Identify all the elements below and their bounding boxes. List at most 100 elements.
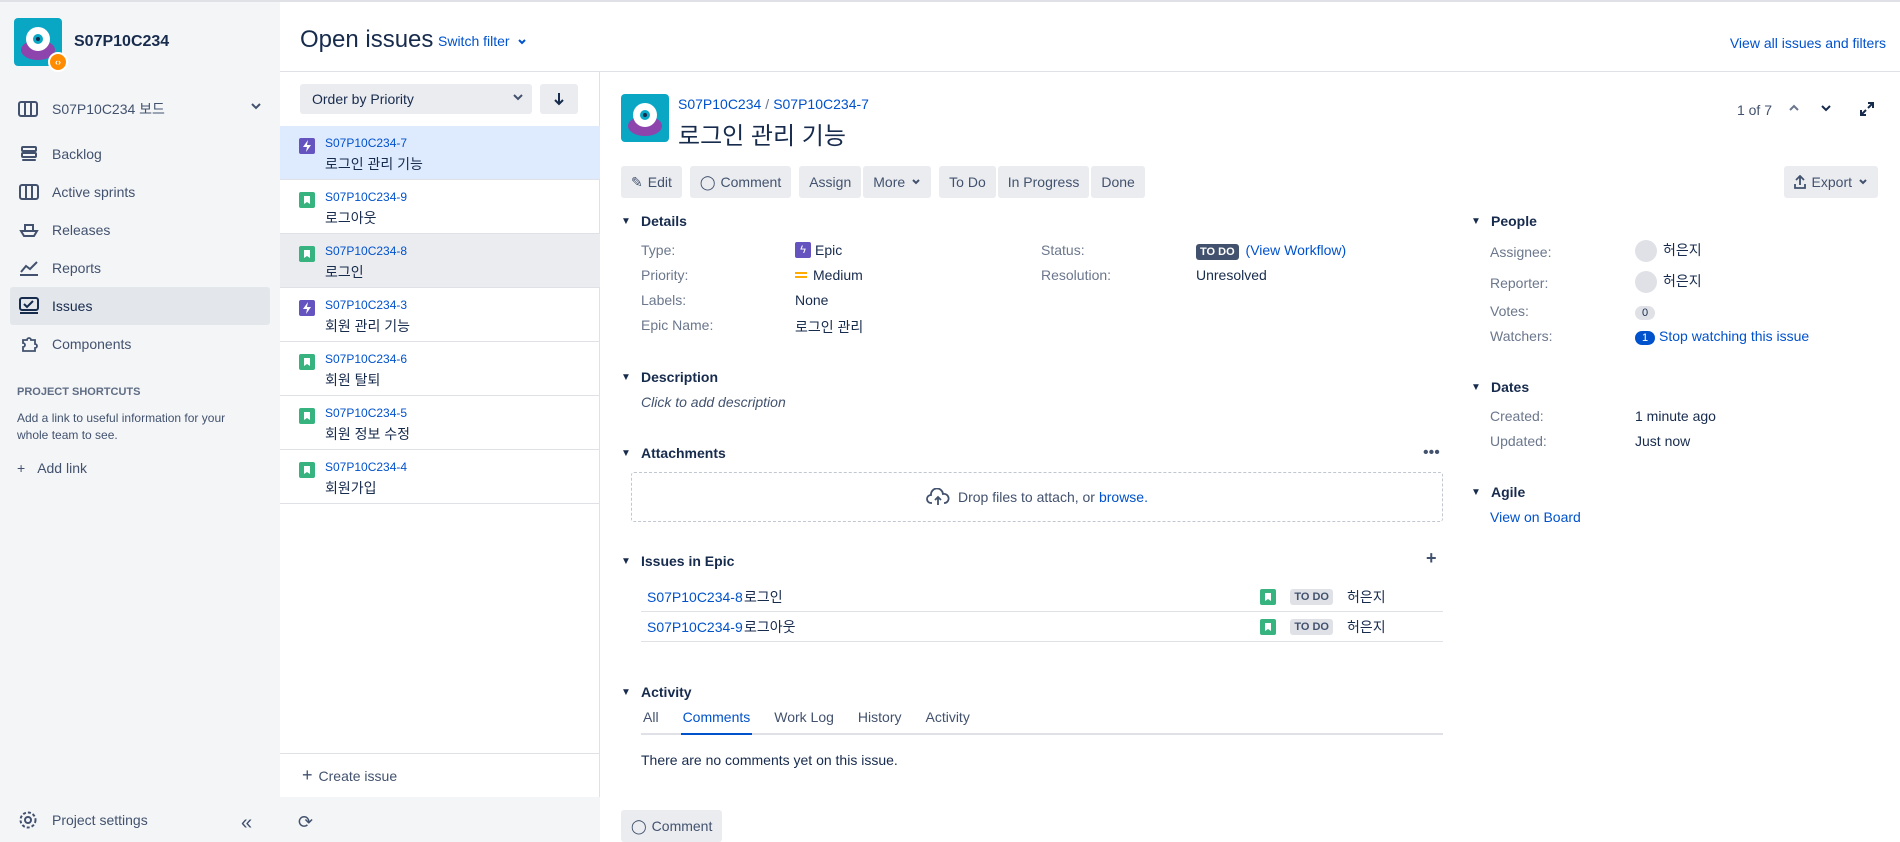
no-comments-message: There are no comments yet on this issue. [641, 752, 898, 768]
reporter-value[interactable]: 허은지 [1635, 271, 1702, 294]
view-workflow-link[interactable]: (View Workflow) [1246, 242, 1347, 258]
more-options-icon[interactable]: ••• [1423, 444, 1440, 462]
issue-title[interactable]: 로그인 관리 기능 [678, 116, 846, 151]
tab-history[interactable]: History [856, 709, 904, 735]
description-placeholder[interactable]: Click to add description [641, 394, 786, 410]
attachments-section-toggle[interactable]: ▼ Attachments [621, 445, 726, 461]
issues-in-epic-section-toggle[interactable]: ▼ Issues in Epic [621, 553, 734, 569]
sprint-board-icon [18, 181, 40, 203]
nav-issues[interactable]: Issues [10, 287, 270, 325]
stop-watching-link[interactable]: Stop watching this issue [1659, 328, 1809, 344]
assign-button[interactable]: Assign [799, 166, 862, 198]
issue-summary: 회원 탈퇴 [325, 372, 381, 388]
project-settings-label: Project settings [52, 812, 148, 828]
nav-reports[interactable]: Reports [10, 249, 270, 287]
chevron-down-icon: ▼ [621, 371, 631, 383]
child-issue-key[interactable]: S07P10C234-8 [641, 589, 744, 605]
tab-all[interactable]: All [641, 709, 661, 735]
description-section-toggle[interactable]: ▼ Description [621, 369, 718, 385]
assignee-value[interactable]: 허은지 [1635, 240, 1702, 263]
nav-label: Reports [52, 260, 102, 276]
agile-section-toggle[interactable]: ▼ Agile [1471, 484, 1525, 500]
issue-list-item[interactable]: S07P10C234-9 로그아웃 [280, 180, 600, 234]
issue-key: S07P10C234-7 [325, 136, 408, 150]
order-by-dropdown[interactable]: Order by Priority [300, 84, 532, 114]
activity-section-toggle[interactable]: ▼ Activity [621, 684, 692, 700]
child-issue-summary: 로그인 [744, 588, 783, 605]
add-child-issue-icon[interactable]: + [1426, 548, 1437, 569]
expand-icon[interactable] [1860, 102, 1874, 116]
status-lozenge: TO DO [1196, 244, 1239, 260]
created-value: 1 minute ago [1635, 408, 1716, 424]
more-button[interactable]: More [863, 166, 932, 198]
dates-section-toggle[interactable]: ▼ Dates [1471, 379, 1529, 395]
issue-list-item[interactable]: S07P10C234-4 회원가입 [280, 450, 600, 504]
story-icon [299, 354, 315, 370]
details-section-toggle[interactable]: ▼ Details [621, 213, 687, 229]
tab-activity[interactable]: Activity [923, 709, 971, 735]
chevron-down-icon [911, 177, 921, 187]
breadcrumb-separator: / [765, 96, 770, 112]
to-do-label: To Do [949, 174, 986, 190]
breadcrumb-project-link[interactable]: S07P10C234 [678, 96, 761, 112]
epic-name-value[interactable]: 로그인 관리 [795, 317, 863, 337]
chevron-down-icon: ▼ [1471, 486, 1481, 498]
issue-list-item[interactable]: S07P10C234-8 로그인 [280, 234, 600, 288]
add-link-button[interactable]: + Add link [17, 460, 87, 476]
chevron-down-icon: ▼ [621, 215, 631, 227]
dates-heading: Dates [1491, 379, 1530, 395]
nav-label: Backlog [52, 146, 102, 162]
project-header[interactable]: ‹› S07P10C234 [14, 18, 169, 72]
tab-comments[interactable]: Comments [680, 709, 753, 735]
status-lozenge: TO DO [1290, 618, 1333, 635]
board-selector[interactable]: S07P10C234 보드 [10, 94, 270, 124]
breadcrumb-issue-link[interactable]: S07P10C234-7 [773, 96, 869, 112]
export-button[interactable]: Export [1783, 166, 1878, 198]
previous-issue-button[interactable] [1788, 102, 1800, 114]
tab-work-log[interactable]: Work Log [772, 709, 836, 735]
updated-value: Just now [1635, 433, 1691, 449]
chevron-down-icon [250, 100, 262, 112]
epic-child-row[interactable]: S07P10C234-8 로그인 TO DO 허은지 [641, 582, 1443, 612]
add-comment-button[interactable]: ◯ Comment [621, 810, 723, 842]
comment-button[interactable]: ◯ Comment [689, 166, 792, 198]
view-all-issues-link[interactable]: View all issues and filters [1730, 35, 1886, 51]
priority-value: Medium [795, 267, 863, 283]
in-progress-button[interactable]: In Progress [997, 166, 1090, 198]
people-section-toggle[interactable]: ▼ People [1471, 213, 1537, 229]
attachment-drop-zone[interactable]: Drop files to attach, or browse. [631, 472, 1443, 522]
votes-value[interactable]: 0 [1635, 303, 1655, 320]
activity-tabs: All Comments Work Log History Activity [641, 709, 1443, 735]
labels-value[interactable]: None [795, 292, 828, 308]
nav-active-sprints[interactable]: Active sprints [10, 173, 270, 211]
nav-releases[interactable]: Releases [10, 211, 270, 249]
nav-backlog[interactable]: Backlog [10, 135, 270, 173]
to-do-button[interactable]: To Do [939, 166, 996, 198]
child-issue-key[interactable]: S07P10C234-9 [641, 619, 744, 635]
issue-summary: 회원 관리 기능 [325, 318, 411, 334]
done-button[interactable]: Done [1091, 166, 1145, 198]
project-settings-link[interactable]: Project settings [18, 810, 148, 830]
issue-list-item[interactable]: S07P10C234-5 회원 정보 수정 [280, 396, 600, 450]
plus-icon: + [302, 765, 313, 785]
add-link-label: Add link [37, 460, 87, 476]
edit-button[interactable]: ✎ Edit [621, 166, 682, 198]
issue-list-panel: Order by Priority S07P10C234-7 로그인 관리 기능 S… [280, 72, 600, 842]
priority-medium-icon [795, 270, 807, 280]
browse-link[interactable]: browse. [1099, 489, 1148, 505]
create-issue-button[interactable]: + Create issue [280, 753, 600, 797]
next-issue-button[interactable] [1820, 102, 1832, 114]
nav-components[interactable]: Components [10, 325, 270, 363]
collapse-sidebar-icon[interactable]: « [241, 812, 252, 835]
issue-list-item[interactable]: S07P10C234-3 회원 관리 기능 [280, 288, 600, 342]
epic-child-row[interactable]: S07P10C234-9 로그아웃 TO DO 허은지 [641, 612, 1443, 642]
puzzle-icon [18, 333, 40, 355]
view-on-board-link[interactable]: View on Board [1490, 509, 1581, 525]
refresh-icon[interactable]: ⟳ [298, 812, 313, 833]
issue-list-item[interactable]: S07P10C234-7 로그인 관리 기능 [280, 126, 600, 180]
sort-direction-button[interactable] [540, 84, 578, 114]
switch-filter-button[interactable]: Switch filter [438, 33, 527, 49]
list-footer [280, 797, 600, 842]
issue-list-item[interactable]: S07P10C234-6 회원 탈퇴 [280, 342, 600, 396]
attachments-heading: Attachments [641, 445, 726, 461]
